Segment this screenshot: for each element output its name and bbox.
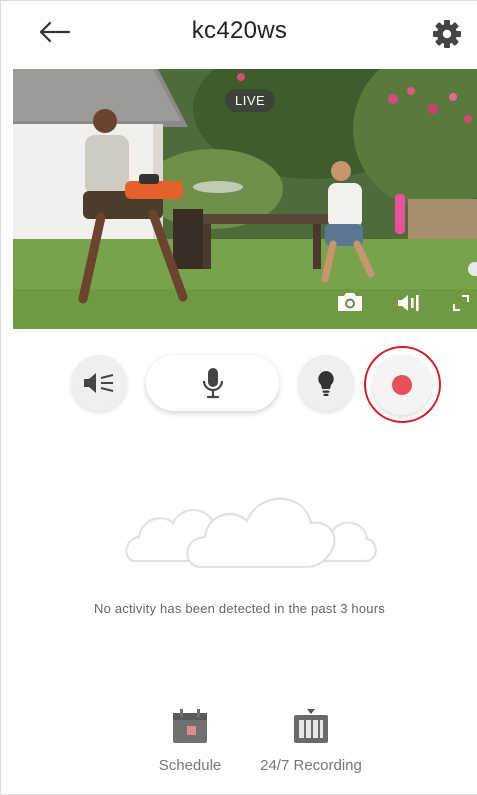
settings-button[interactable] [431, 18, 463, 50]
speaker-mute-icon [84, 373, 114, 393]
speaker-icon [398, 295, 419, 311]
nav-24-7-recording[interactable]: 24/7 Recording [246, 707, 376, 787]
live-badge: LIVE [225, 89, 276, 112]
sound-button[interactable] [396, 293, 422, 318]
nav-schedule[interactable]: Schedule [125, 707, 255, 787]
talk-button[interactable] [146, 355, 279, 411]
gear-icon [433, 20, 461, 48]
snapshot-button[interactable] [336, 291, 364, 318]
header: kc420ws [1, 1, 477, 67]
expand-icon [453, 295, 469, 311]
record-dot-icon [392, 375, 412, 395]
light-button[interactable] [298, 355, 354, 411]
microphone-icon [202, 368, 224, 399]
page-title: kc420ws [191, 17, 288, 44]
mute-button[interactable] [71, 355, 127, 411]
nav-schedule-label: Schedule [158, 757, 222, 774]
record-button[interactable] [372, 355, 432, 415]
calendar-icon [173, 709, 207, 743]
control-bar [1, 341, 477, 431]
live-video[interactable]: LIVE [13, 69, 477, 329]
empty-state-message: No activity has been detected in the pas… [94, 601, 385, 616]
cloud-icon [125, 497, 377, 569]
bulb-icon [318, 371, 334, 396]
recording-icon [294, 709, 328, 743]
fullscreen-button[interactable] [453, 295, 469, 316]
camera-icon [338, 293, 362, 311]
nav-24-7-recording-label: 24/7 Recording [260, 757, 362, 774]
app-frame: kc420ws LIVE No activity has been detect… [0, 0, 477, 795]
